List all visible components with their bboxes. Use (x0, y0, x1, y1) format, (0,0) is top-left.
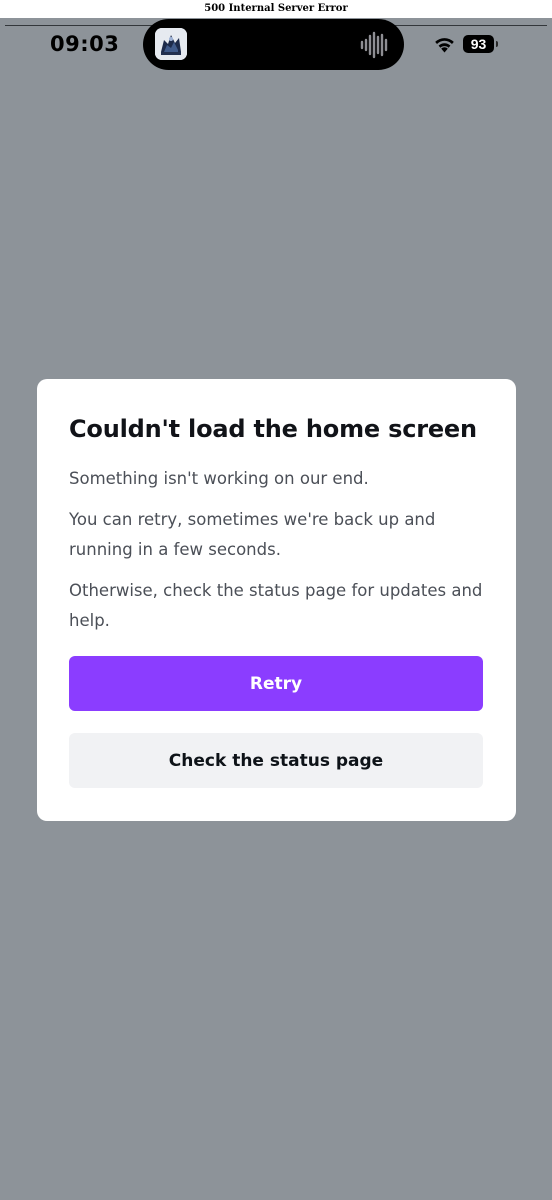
dialog-message: You can retry, sometimes we're back up a… (69, 510, 436, 559)
audio-waveform-icon (360, 31, 390, 59)
retry-button[interactable]: Retry (69, 656, 483, 711)
battery-icon: 93 (463, 35, 494, 53)
app-icon[interactable] (155, 28, 187, 60)
dialog-message: Otherwise, check the status page for upd… (69, 581, 483, 630)
dialog-message: Something isn't working on our end. (69, 469, 369, 488)
status-time: 09:03 (50, 32, 120, 56)
battery-nub (496, 41, 498, 47)
error-page-title: 500 Internal Server Error (204, 3, 348, 14)
battery-level: 93 (470, 36, 487, 52)
dynamic-island[interactable] (143, 19, 404, 70)
error-dialog: Couldn't load the home screen Something … (37, 379, 516, 821)
dialog-title: Couldn't load the home screen (69, 415, 477, 443)
check-status-page-button[interactable]: Check the status page (69, 733, 483, 788)
wifi-icon (433, 35, 456, 53)
